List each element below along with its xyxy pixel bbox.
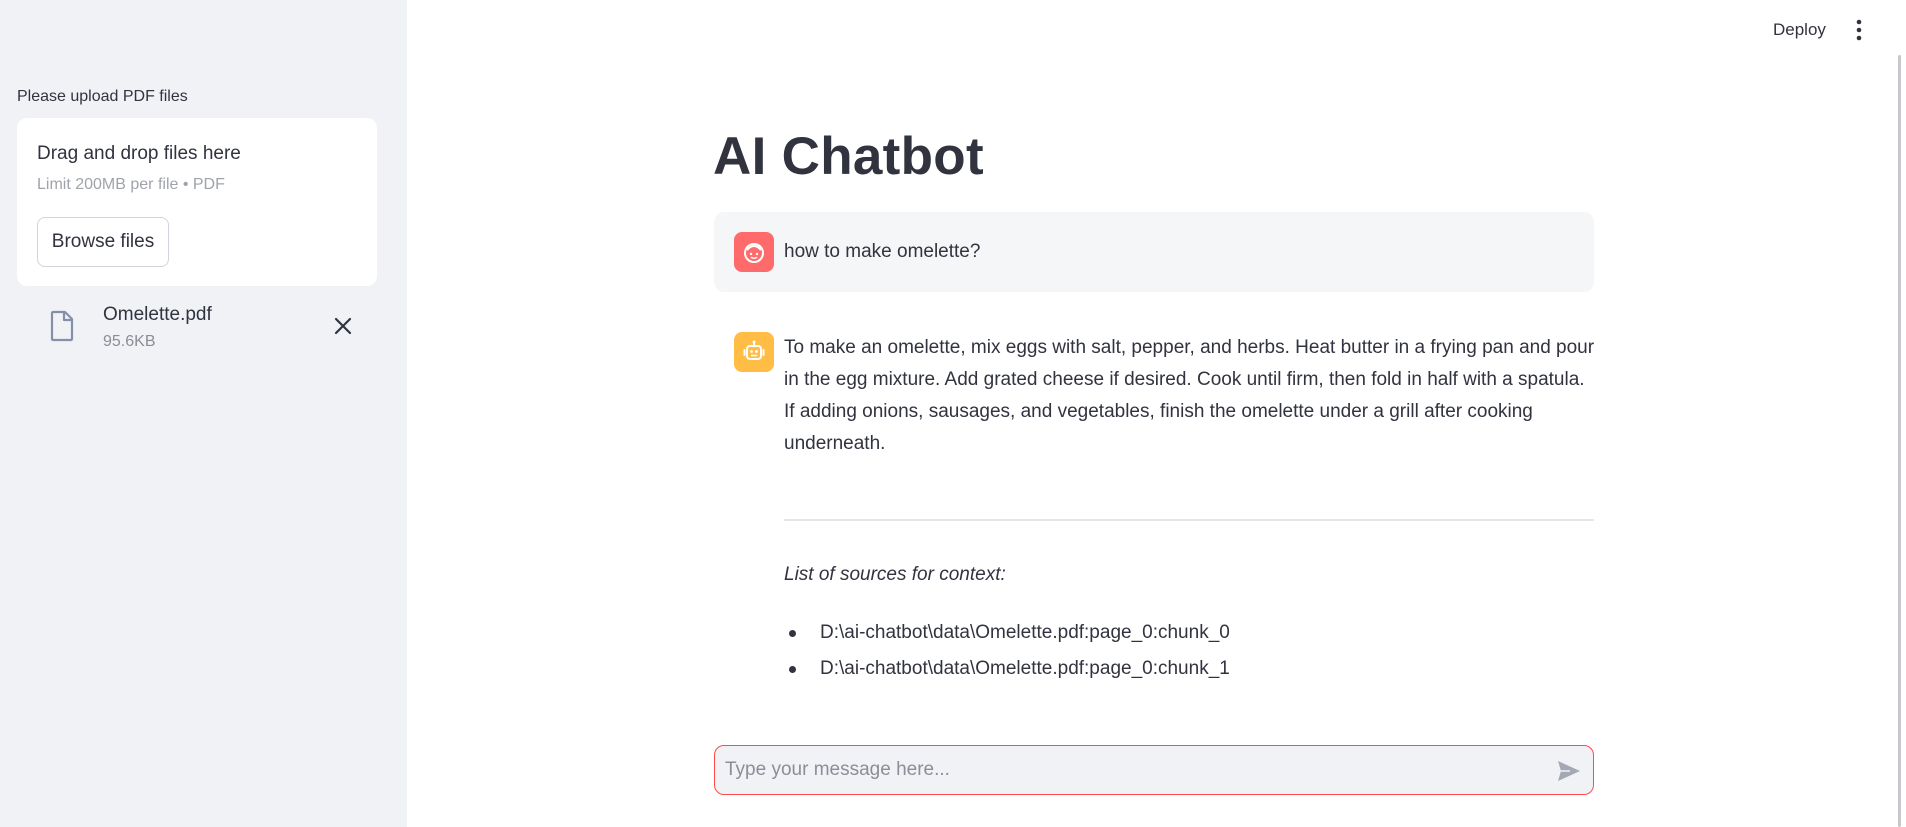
more-vertical-icon[interactable] xyxy=(1849,18,1869,42)
robot-icon xyxy=(734,332,774,372)
file-icon xyxy=(45,308,77,344)
upload-label: Please upload PDF files xyxy=(17,88,188,105)
chat-message-input[interactable] xyxy=(725,746,1545,794)
user-message: how to make omelette? xyxy=(714,212,1594,292)
dropzone-title: Drag and drop files here xyxy=(37,143,241,164)
deploy-button[interactable]: Deploy xyxy=(1773,20,1826,40)
source-item: D:\ai-chatbot\data\Omelette.pdf:page_0:c… xyxy=(784,617,1230,653)
close-icon[interactable] xyxy=(331,314,355,338)
sources-list: D:\ai-chatbot\data\Omelette.pdf:page_0:c… xyxy=(784,617,1230,689)
page-title: AI Chatbot xyxy=(713,127,984,186)
file-name: Omelette.pdf xyxy=(103,304,212,325)
scrollbar[interactable] xyxy=(1898,55,1901,827)
sidebar: Please upload PDF files Drag and drop fi… xyxy=(0,0,407,827)
send-icon[interactable] xyxy=(1556,758,1582,784)
source-item: D:\ai-chatbot\data\Omelette.pdf:page_0:c… xyxy=(784,653,1230,689)
chat-input-container xyxy=(714,745,1594,795)
file-dropzone[interactable]: Drag and drop files here Limit 200MB per… xyxy=(17,118,377,286)
user-message-text: how to make omelette? xyxy=(784,241,981,262)
user-face-icon xyxy=(734,232,774,272)
divider xyxy=(784,519,1594,521)
file-size: 95.6KB xyxy=(103,333,156,350)
sources-heading: List of sources for context: xyxy=(784,564,1006,585)
browse-files-button[interactable]: Browse files xyxy=(37,217,169,267)
assistant-message-text: To make an omelette, mix eggs with salt,… xyxy=(784,337,1595,454)
dropzone-limit: Limit 200MB per file • PDF xyxy=(37,176,225,193)
uploaded-file-item: Omelette.pdf 95.6KB xyxy=(17,296,377,356)
